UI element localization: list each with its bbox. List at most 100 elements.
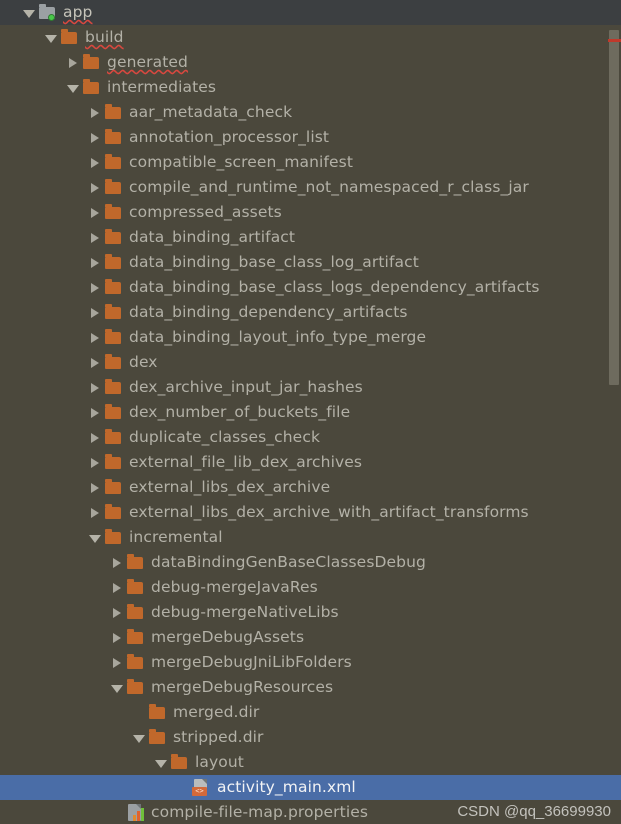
folder-glyph bbox=[127, 604, 143, 619]
chevron-right-icon[interactable] bbox=[88, 275, 104, 300]
tree-row-label: aar_metadata_check bbox=[129, 103, 293, 121]
folder-glyph bbox=[105, 404, 121, 419]
chevron-right-icon[interactable] bbox=[110, 650, 126, 675]
tree-row-label: debug-mergeJavaRes bbox=[151, 578, 318, 596]
tree-row-label: mergeDebugAssets bbox=[151, 628, 305, 646]
tree-row[interactable]: mergeDebugJniLibFolders bbox=[0, 650, 621, 675]
tree-row[interactable]: mergeDebugResources bbox=[0, 675, 621, 700]
tree-row[interactable]: data_binding_layout_info_type_merge bbox=[0, 325, 621, 350]
chevron-right-icon[interactable] bbox=[88, 200, 104, 225]
tree-row[interactable]: aar_metadata_check bbox=[0, 100, 621, 125]
folder-icon bbox=[104, 150, 124, 175]
tree-row[interactable]: data_binding_dependency_artifacts bbox=[0, 300, 621, 325]
tree-row[interactable]: app bbox=[0, 0, 621, 25]
folder-glyph bbox=[149, 704, 165, 719]
tree-row-label: build bbox=[85, 28, 124, 46]
tree-row[interactable]: generated bbox=[0, 50, 621, 75]
chevron-right-icon[interactable] bbox=[110, 600, 126, 625]
chevron-down-icon[interactable] bbox=[132, 725, 148, 750]
folder-icon bbox=[104, 250, 124, 275]
folder-glyph bbox=[61, 29, 77, 44]
tree-row[interactable]: data_binding_artifact bbox=[0, 225, 621, 250]
chevron-right-icon[interactable] bbox=[88, 400, 104, 425]
indent-spacer bbox=[0, 187, 88, 188]
chevron-right-icon[interactable] bbox=[110, 625, 126, 650]
tree-row[interactable]: external_libs_dex_archive bbox=[0, 475, 621, 500]
folder-icon bbox=[104, 450, 124, 475]
chevron-right-icon[interactable] bbox=[88, 250, 104, 275]
chevron-right-icon[interactable] bbox=[88, 450, 104, 475]
chevron-down-icon[interactable] bbox=[110, 675, 126, 700]
tree-row[interactable]: compile_and_runtime_not_namespaced_r_cla… bbox=[0, 175, 621, 200]
tree-row-label: data_binding_artifact bbox=[129, 228, 296, 246]
tree-row[interactable]: dex_archive_input_jar_hashes bbox=[0, 375, 621, 400]
tree-row-label: layout bbox=[195, 753, 244, 771]
folder-icon bbox=[104, 525, 124, 550]
tree-row[interactable]: mergeDebugAssets bbox=[0, 625, 621, 650]
tree-row[interactable]: dex bbox=[0, 350, 621, 375]
tree-row[interactable]: external_file_lib_dex_archives bbox=[0, 450, 621, 475]
chevron-right-icon[interactable] bbox=[88, 150, 104, 175]
indent-spacer bbox=[0, 587, 110, 588]
chevron-right-icon[interactable] bbox=[66, 50, 82, 75]
tree-row[interactable]: duplicate_classes_check bbox=[0, 425, 621, 450]
chevron-right-icon[interactable] bbox=[88, 425, 104, 450]
tree-row[interactable]: compatible_screen_manifest bbox=[0, 150, 621, 175]
tree-row[interactable]: external_libs_dex_archive_with_artifact_… bbox=[0, 500, 621, 525]
vertical-scrollbar-track[interactable] bbox=[608, 0, 621, 824]
indent-spacer bbox=[0, 362, 88, 363]
tree-row-label: dex bbox=[129, 353, 158, 371]
tree-row[interactable]: compile-file-map.properties bbox=[0, 800, 621, 824]
folder-glyph bbox=[105, 204, 121, 219]
chevron-right-icon[interactable] bbox=[88, 475, 104, 500]
folder-icon bbox=[104, 425, 124, 450]
tree-row[interactable]: data_binding_base_class_logs_dependency_… bbox=[0, 275, 621, 300]
tree-row-label: compatible_screen_manifest bbox=[129, 153, 354, 171]
chevron-right-icon[interactable] bbox=[88, 125, 104, 150]
tree-row[interactable]: dex_number_of_buckets_file bbox=[0, 400, 621, 425]
tree-row[interactable]: debug-mergeNativeLibs bbox=[0, 600, 621, 625]
tree-row[interactable]: annotation_processor_list bbox=[0, 125, 621, 150]
folder-icon bbox=[104, 125, 124, 150]
tree-row[interactable]: dataBindingGenBaseClassesDebug bbox=[0, 550, 621, 575]
tree-row[interactable]: merged.dir bbox=[0, 700, 621, 725]
chevron-right-icon[interactable] bbox=[88, 300, 104, 325]
chevron-right-icon[interactable] bbox=[110, 575, 126, 600]
chevron-down-icon[interactable] bbox=[22, 0, 38, 25]
chevron-right-icon[interactable] bbox=[88, 500, 104, 525]
tree-row[interactable]: build bbox=[0, 25, 621, 50]
tree-row-label: merged.dir bbox=[173, 703, 260, 721]
tree-row[interactable]: incremental bbox=[0, 525, 621, 550]
tree-row-label: dataBindingGenBaseClassesDebug bbox=[151, 553, 426, 571]
folder-glyph bbox=[127, 629, 143, 644]
chevron-down-icon[interactable] bbox=[154, 750, 170, 775]
folder-glyph bbox=[105, 429, 121, 444]
tree-row-label: data_binding_layout_info_type_merge bbox=[129, 328, 427, 346]
chevron-down-icon[interactable] bbox=[44, 25, 60, 50]
chevron-right-icon[interactable] bbox=[88, 225, 104, 250]
tree-row[interactable]: intermediates bbox=[0, 75, 621, 100]
tree-row-label: intermediates bbox=[107, 78, 217, 96]
folder-glyph bbox=[127, 579, 143, 594]
chevron-right-icon[interactable] bbox=[88, 100, 104, 125]
tree-row[interactable]: stripped.dir bbox=[0, 725, 621, 750]
indent-spacer bbox=[0, 512, 88, 513]
chevron-right-icon[interactable] bbox=[88, 325, 104, 350]
chevron-right-icon[interactable] bbox=[110, 550, 126, 575]
tree-row[interactable]: debug-mergeJavaRes bbox=[0, 575, 621, 600]
vertical-scrollbar-thumb[interactable] bbox=[609, 30, 619, 385]
triangle-glyph bbox=[91, 408, 99, 418]
chevron-down-icon[interactable] bbox=[66, 75, 82, 100]
project-tree-panel[interactable]: app build generated intermediates aar_metada… bbox=[0, 0, 621, 824]
chevron-right-icon[interactable] bbox=[88, 175, 104, 200]
chevron-down-icon[interactable] bbox=[88, 525, 104, 550]
folder-icon bbox=[148, 700, 168, 725]
chevron-right-icon[interactable] bbox=[88, 350, 104, 375]
tree-row[interactable]: <> activity_main.xml bbox=[0, 775, 621, 800]
chevron-right-icon[interactable] bbox=[88, 375, 104, 400]
tree-row[interactable]: data_binding_base_class_log_artifact bbox=[0, 250, 621, 275]
tree-row[interactable]: layout bbox=[0, 750, 621, 775]
folder-glyph bbox=[105, 354, 121, 369]
error-stripe-marker[interactable] bbox=[608, 39, 621, 42]
tree-row[interactable]: compressed_assets bbox=[0, 200, 621, 225]
